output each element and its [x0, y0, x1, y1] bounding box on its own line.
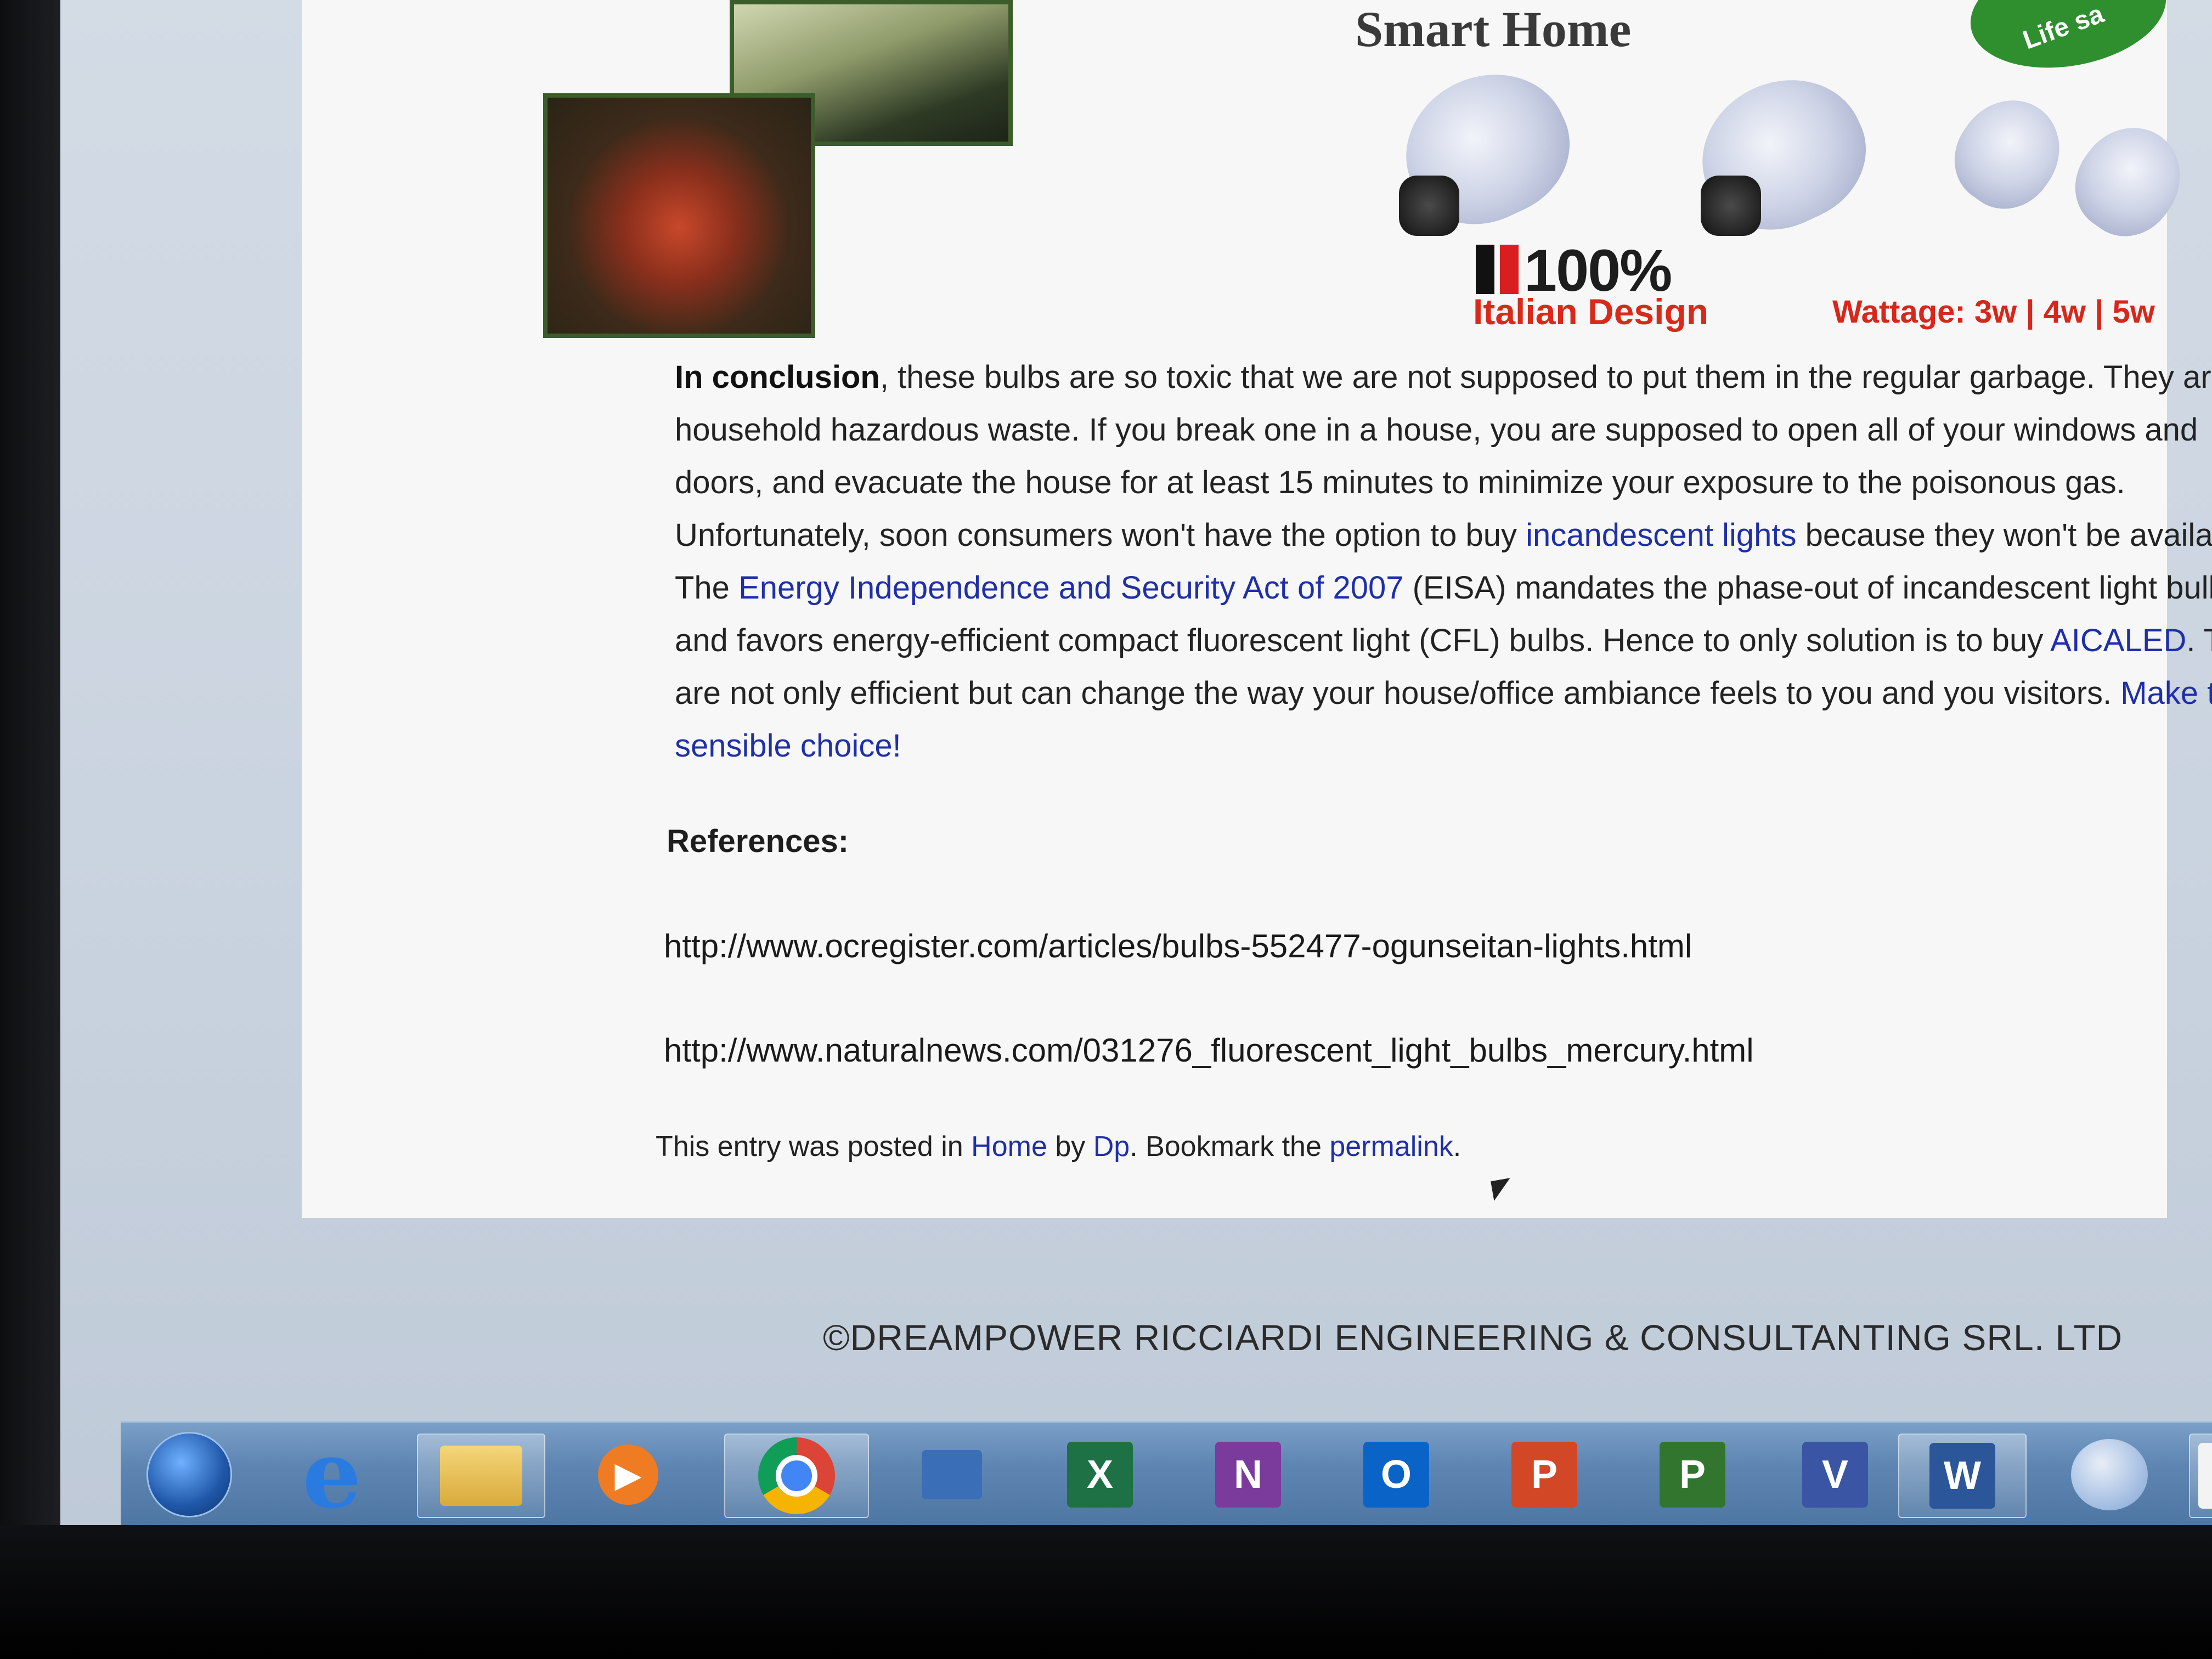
flag-bar-red: [1500, 245, 1519, 294]
taskbar-chrome[interactable]: [724, 1434, 869, 1518]
taskbar-onenote[interactable]: N: [1180, 1434, 1317, 1516]
entry-meta-suffix: .: [1453, 1131, 1462, 1163]
reference-url-1: http://www.ocregister.com/articles/bulbs…: [664, 928, 1692, 964]
reference-url-2: http://www.naturalnews.com/031276_fluore…: [664, 1032, 1754, 1069]
bulb-base-1: [1399, 176, 1459, 236]
entry-meta-by: by: [1047, 1131, 1093, 1163]
chrome-icon: [758, 1437, 835, 1514]
taskbar-visio[interactable]: V: [1767, 1434, 1904, 1516]
visio-icon: V: [1802, 1442, 1868, 1508]
wattage-label: Wattage: 3w | 4w | 5w: [1832, 294, 2155, 330]
windows-orb-icon: [146, 1432, 232, 1517]
conclusion-paragraph: In conclusion, these bulbs are so toxic …: [675, 351, 2212, 772]
taskbar-excel[interactable]: X: [1031, 1434, 1169, 1516]
girl-photo: [543, 93, 815, 338]
monitor-bezel-bottom: [0, 1525, 2212, 1659]
entry-meta: This entry was posted in Home by Dp. Boo…: [656, 1130, 1461, 1163]
taskbar-thunderbird[interactable]: [2041, 1434, 2178, 1516]
taskbar-project[interactable]: P: [1624, 1434, 1761, 1516]
media-icon: ▶: [598, 1444, 658, 1505]
monitor-bezel-left: [0, 0, 60, 1659]
banner-title: Smart Home: [1355, 1, 1632, 57]
conclusion-lead: In conclusion: [675, 359, 880, 395]
promo-badge-text: Life sa: [2019, 0, 2108, 55]
mouse-cursor: [1491, 1178, 1514, 1201]
outlook-icon: O: [1363, 1442, 1429, 1508]
category-link[interactable]: Home: [971, 1131, 1047, 1163]
excel-icon: X: [1067, 1442, 1133, 1508]
taskbar-internet-explorer[interactable]: e: [263, 1420, 400, 1525]
incandescent-link[interactable]: incandescent lights: [1526, 517, 1796, 553]
permalink-link[interactable]: permalink: [1329, 1131, 1453, 1163]
taskbar-app-blue[interactable]: [883, 1434, 1020, 1516]
taskbar-acrobat[interactable]: ⅄: [2189, 1434, 2212, 1518]
app-icon: [922, 1450, 982, 1499]
acrobat-icon: ⅄: [2198, 1443, 2212, 1509]
eisa-link[interactable]: Energy Independence and Security Act of …: [738, 570, 1403, 606]
folder-icon: [440, 1446, 522, 1506]
aicaled-link[interactable]: AICALED: [2050, 623, 2186, 658]
author-link[interactable]: Dp: [1093, 1131, 1130, 1163]
taskbar-file-explorer[interactable]: [417, 1434, 545, 1518]
promo-badge: Life sa: [1961, 0, 2175, 82]
page-content: Smart Home Life sa 100% Italian Design W…: [302, 0, 2212, 1218]
onenote-icon: N: [1215, 1442, 1281, 1508]
references-title: References:: [667, 823, 849, 859]
flag-bar-black: [1476, 245, 1494, 294]
bulb-image-4: [2056, 108, 2201, 255]
thunderbird-icon: [2071, 1439, 2148, 1510]
footer-copyright: ©DREAMPOWER RICCIARDI ENGINEERING & CONS…: [823, 1317, 2123, 1358]
italian-design-label: Italian Design: [1473, 291, 1709, 332]
powerpoint-icon: P: [1511, 1442, 1577, 1508]
entry-meta-bookmark: . Bookmark the: [1130, 1131, 1330, 1163]
taskbar-outlook[interactable]: O: [1328, 1434, 1465, 1516]
word-icon: W: [1929, 1443, 1995, 1509]
ie-icon: e: [302, 1420, 362, 1525]
bulb-base-2: [1701, 176, 1761, 236]
screen: Smart Home Life sa 100% Italian Design W…: [60, 0, 2212, 1525]
start-button[interactable]: [132, 1432, 247, 1517]
taskbar-powerpoint[interactable]: P: [1476, 1434, 1613, 1516]
entry-meta-prefix: This entry was posted in: [656, 1131, 972, 1163]
project-icon: P: [1660, 1442, 1725, 1508]
taskbar-media-player[interactable]: ▶: [560, 1434, 697, 1516]
taskbar: e ▶ X N O P P V W: [121, 1420, 2212, 1525]
bulb-image-3: [1936, 80, 2080, 227]
taskbar-word[interactable]: W: [1898, 1434, 2027, 1518]
